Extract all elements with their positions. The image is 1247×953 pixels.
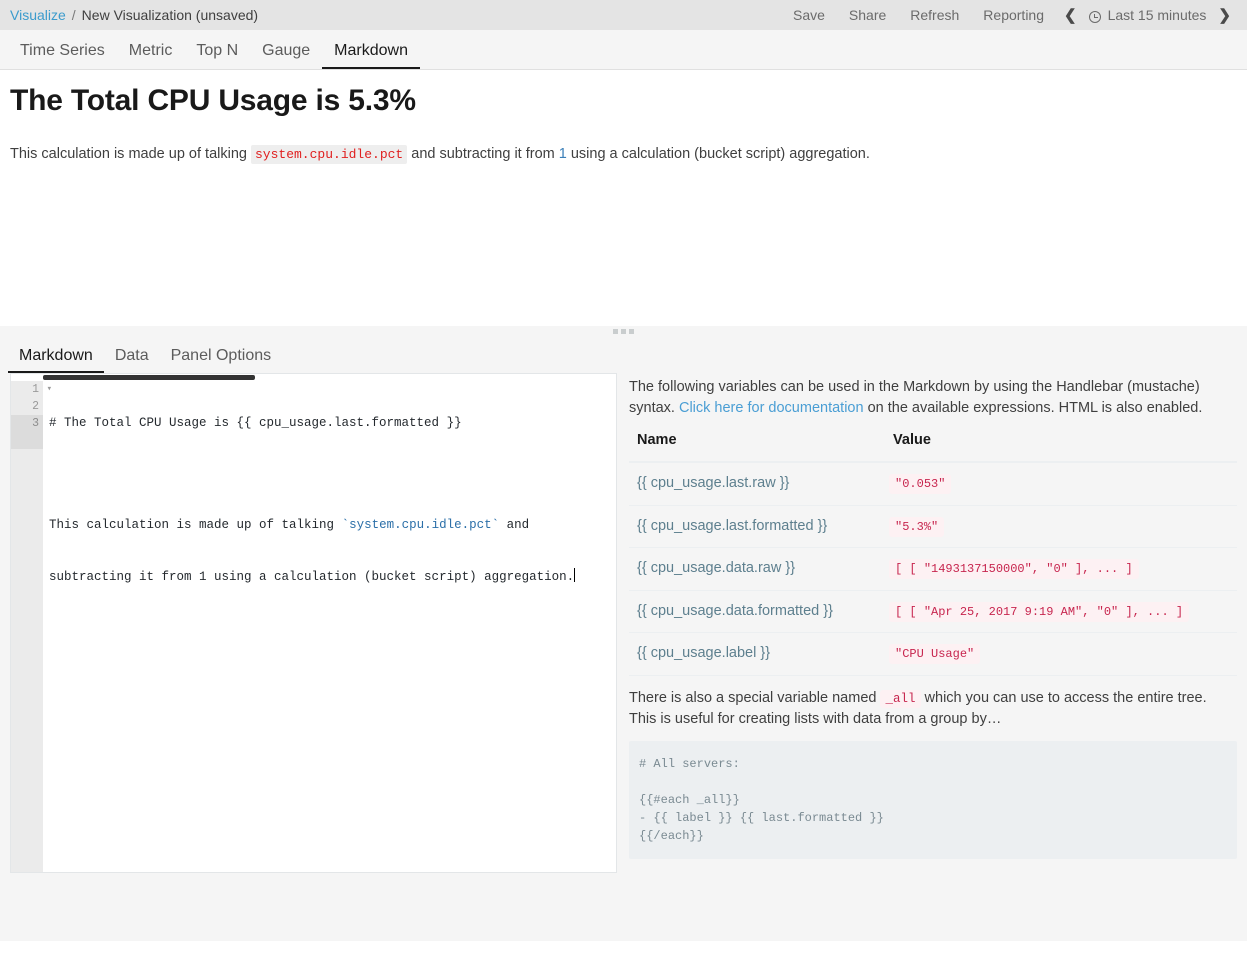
code-line-3-b: and xyxy=(499,518,529,532)
documentation-link[interactable]: Click here for documentation xyxy=(679,400,864,416)
column-header-value: Value xyxy=(881,430,1237,462)
share-button[interactable]: Share xyxy=(837,3,898,27)
variable-value: "CPU Usage" xyxy=(889,644,980,664)
variable-name: {{ cpu_usage.last.formatted }} xyxy=(629,505,881,547)
line-number-wrap xyxy=(11,432,43,449)
breadcrumb-separator: / xyxy=(72,7,76,23)
tab-gauge[interactable]: Gauge xyxy=(250,36,322,69)
code-line-3: This calculation is made up of talking `… xyxy=(49,517,616,534)
line-number[interactable]: 2 xyxy=(11,398,43,415)
editor-line-number-gutter: 1 2 3 xyxy=(11,381,43,872)
table-row: {{ cpu_usage.data.formatted }} [ [ "Apr … xyxy=(629,590,1237,632)
tab-metric[interactable]: Metric xyxy=(117,36,185,69)
tab-time-series[interactable]: Time Series xyxy=(8,36,117,69)
grip-dot xyxy=(629,329,634,334)
docs-intro-b: on the available expressions. HTML is al… xyxy=(864,400,1203,416)
variable-value: [ [ "1493137150000", "0" ], ... ] xyxy=(889,559,1139,579)
editor-panel: Markdown Data Panel Options 1 2 3 # The … xyxy=(0,337,1247,941)
variables-table: Name Value {{ cpu_usage.last.raw }} "0.0… xyxy=(629,430,1237,676)
docs-intro: The following variables can be used in t… xyxy=(629,377,1237,420)
tab-data[interactable]: Data xyxy=(104,343,160,373)
preview-text-part2: and subtracting it from xyxy=(407,146,559,162)
editor-text-area[interactable]: # The Total CPU Usage is {{ cpu_usage.la… xyxy=(43,381,616,872)
code-line-4-text: subtracting it from 1 using a calculatio… xyxy=(49,570,574,584)
variable-value-cell: "CPU Usage" xyxy=(881,633,1237,675)
line-number[interactable]: 3 xyxy=(11,415,43,432)
variable-name: {{ cpu_usage.last.raw }} xyxy=(629,462,881,505)
code-line-4: subtracting it from 1 using a calculatio… xyxy=(49,568,616,585)
example-code-block: # All servers: {{#each _all}} - {{ label… xyxy=(629,741,1237,859)
top-actions: Save Share Refresh Reporting ❮ Last 15 m… xyxy=(781,3,1239,27)
editor-horizontal-scrollbar[interactable] xyxy=(43,375,255,380)
code-line-3-a: This calculation is made up of talking xyxy=(49,518,342,532)
top-header-bar: Visualize / New Visualization (unsaved) … xyxy=(0,0,1247,30)
code-line-3-code: `system.cpu.idle.pct` xyxy=(342,518,500,532)
panel-splitter[interactable] xyxy=(0,325,1247,337)
tab-panel-options[interactable]: Panel Options xyxy=(160,343,283,373)
variable-value-cell: [ [ "1493137150000", "0" ], ... ] xyxy=(881,548,1237,590)
time-range-label[interactable]: Last 15 minutes xyxy=(1108,7,1207,23)
save-button[interactable]: Save xyxy=(781,3,837,27)
variable-name: {{ cpu_usage.data.raw }} xyxy=(629,548,881,590)
text-cursor xyxy=(574,568,575,582)
variable-value: [ [ "Apr 25, 2017 9:19 AM", "0" ], ... ] xyxy=(889,602,1189,622)
preview-text-part1: This calculation is made up of talking xyxy=(10,146,251,162)
visualization-type-tabs: Time Series Metric Top N Gauge Markdown xyxy=(0,30,1247,70)
preview-inline-code: system.cpu.idle.pct xyxy=(251,145,407,164)
tab-markdown[interactable]: Markdown xyxy=(322,36,420,69)
time-prev-icon[interactable]: ❮ xyxy=(1056,6,1085,25)
code-line-2 xyxy=(49,466,616,483)
preview-text-part3: using a calculation (bucket script) aggr… xyxy=(567,146,870,162)
preview-number-literal: 1 xyxy=(559,146,567,162)
column-header-name: Name xyxy=(629,430,881,462)
time-picker[interactable]: Last 15 minutes xyxy=(1085,7,1211,23)
tab-markdown-editor[interactable]: Markdown xyxy=(8,343,104,373)
refresh-button[interactable]: Refresh xyxy=(898,3,971,27)
code-line-1-text: # The Total CPU Usage is {{ cpu_usage.la… xyxy=(49,416,462,430)
grip-dot xyxy=(621,329,626,334)
reporting-button[interactable]: Reporting xyxy=(971,3,1056,27)
table-row: {{ cpu_usage.last.formatted }} "5.3%" xyxy=(629,505,1237,547)
table-row: {{ cpu_usage.data.raw }} [ [ "1493137150… xyxy=(629,548,1237,590)
docs-all-variable-note: There is also a special variable named _… xyxy=(629,688,1237,731)
variable-value-cell: [ [ "Apr 25, 2017 9:19 AM", "0" ], ... ] xyxy=(881,590,1237,632)
all-variable-code: _all xyxy=(880,690,920,708)
markdown-preview: The Total CPU Usage is 5.3% This calcula… xyxy=(0,70,1247,325)
table-row: {{ cpu_usage.label }} "CPU Usage" xyxy=(629,633,1237,675)
breadcrumb-current-title: New Visualization (unsaved) xyxy=(82,7,258,23)
editor-content-row: 1 2 3 # The Total CPU Usage is {{ cpu_us… xyxy=(0,373,1247,873)
code-line-1: # The Total CPU Usage is {{ cpu_usage.la… xyxy=(49,415,616,432)
grip-dot xyxy=(613,329,618,334)
table-row: {{ cpu_usage.last.raw }} "0.053" xyxy=(629,462,1237,505)
drag-handle-icon[interactable] xyxy=(613,329,634,334)
variable-value-cell: "5.3%" xyxy=(881,505,1237,547)
preview-heading: The Total CPU Usage is 5.3% xyxy=(10,84,1237,118)
variable-value: "5.3%" xyxy=(889,517,944,537)
editor-tab-bar: Markdown Data Panel Options xyxy=(0,337,1247,373)
table-header-row: Name Value xyxy=(629,430,1237,462)
clock-icon xyxy=(1089,11,1101,23)
markdown-code-editor[interactable]: 1 2 3 # The Total CPU Usage is {{ cpu_us… xyxy=(10,373,617,873)
breadcrumb-visualize-link[interactable]: Visualize xyxy=(10,7,66,23)
line-number[interactable]: 1 xyxy=(11,381,43,398)
editor-body: 1 2 3 # The Total CPU Usage is {{ cpu_us… xyxy=(11,374,616,872)
docs-all-a: There is also a special variable named xyxy=(629,690,880,706)
preview-paragraph: This calculation is made up of talking s… xyxy=(10,144,1237,166)
time-next-icon[interactable]: ❯ xyxy=(1210,6,1239,25)
markdown-help-panel: The following variables can be used in t… xyxy=(629,373,1237,873)
variable-value-cell: "0.053" xyxy=(881,462,1237,505)
tab-top-n[interactable]: Top N xyxy=(184,36,250,69)
breadcrumb: Visualize / New Visualization (unsaved) xyxy=(10,7,258,23)
variable-value: "0.053" xyxy=(889,474,951,494)
variable-name: {{ cpu_usage.data.formatted }} xyxy=(629,590,881,632)
variable-name: {{ cpu_usage.label }} xyxy=(629,633,881,675)
